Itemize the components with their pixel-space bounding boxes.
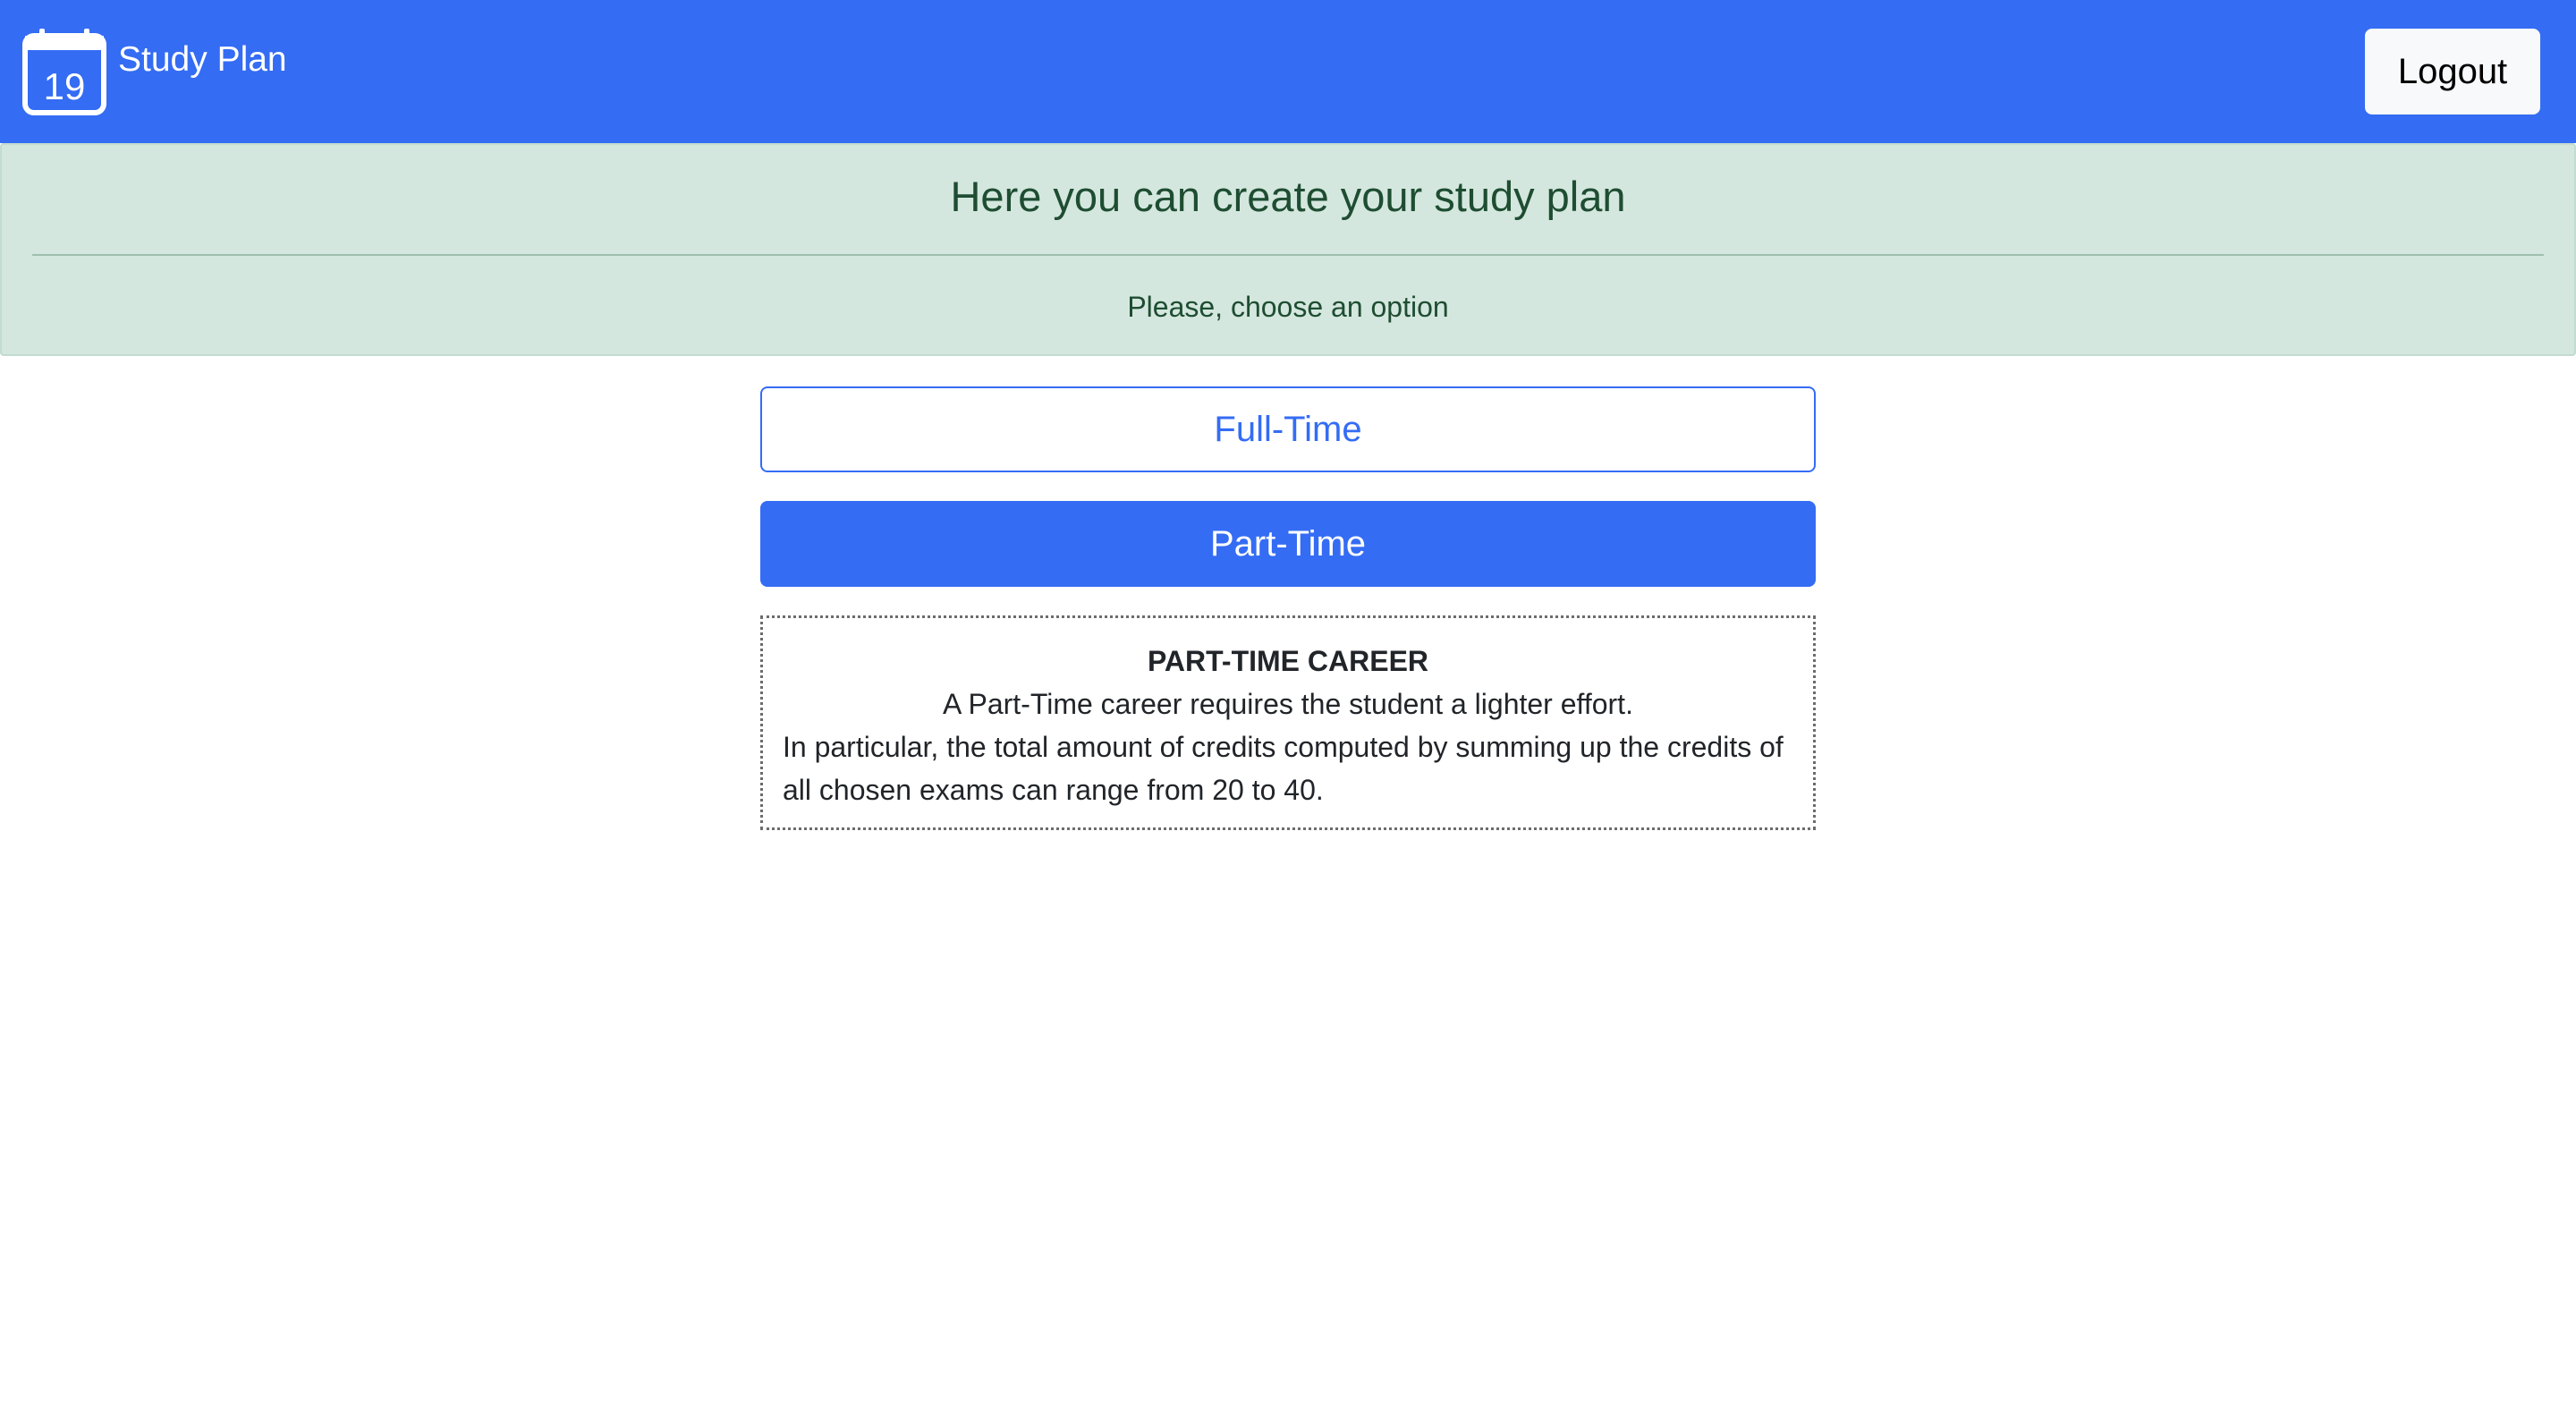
- description-line-2: In particular, the total amount of credi…: [783, 731, 1784, 806]
- logout-button[interactable]: Logout: [2365, 29, 2540, 115]
- career-description: PART-TIME CAREER A Part-Time career requ…: [760, 615, 1816, 830]
- brand-title: Study Plan: [118, 39, 287, 79]
- full-time-button[interactable]: Full-Time: [760, 386, 1816, 472]
- alert-heading: Here you can create your study plan: [950, 173, 1626, 220]
- calendar-icon: 19: [22, 29, 106, 115]
- part-time-button[interactable]: Part-Time: [760, 501, 1816, 587]
- alert-subtext: Please, choose an option: [1127, 291, 1449, 323]
- description-title: PART-TIME CAREER: [1147, 645, 1429, 677]
- calendar-day-number: 19: [44, 65, 86, 107]
- brand[interactable]: 19 Study Plan: [21, 27, 287, 116]
- navbar: 19 Study Plan Logout: [0, 0, 2576, 143]
- alert-divider: [32, 254, 2544, 256]
- description-line-1: A Part-Time career requires the student …: [943, 688, 1633, 720]
- info-alert: Here you can create your study plan Plea…: [0, 143, 2576, 356]
